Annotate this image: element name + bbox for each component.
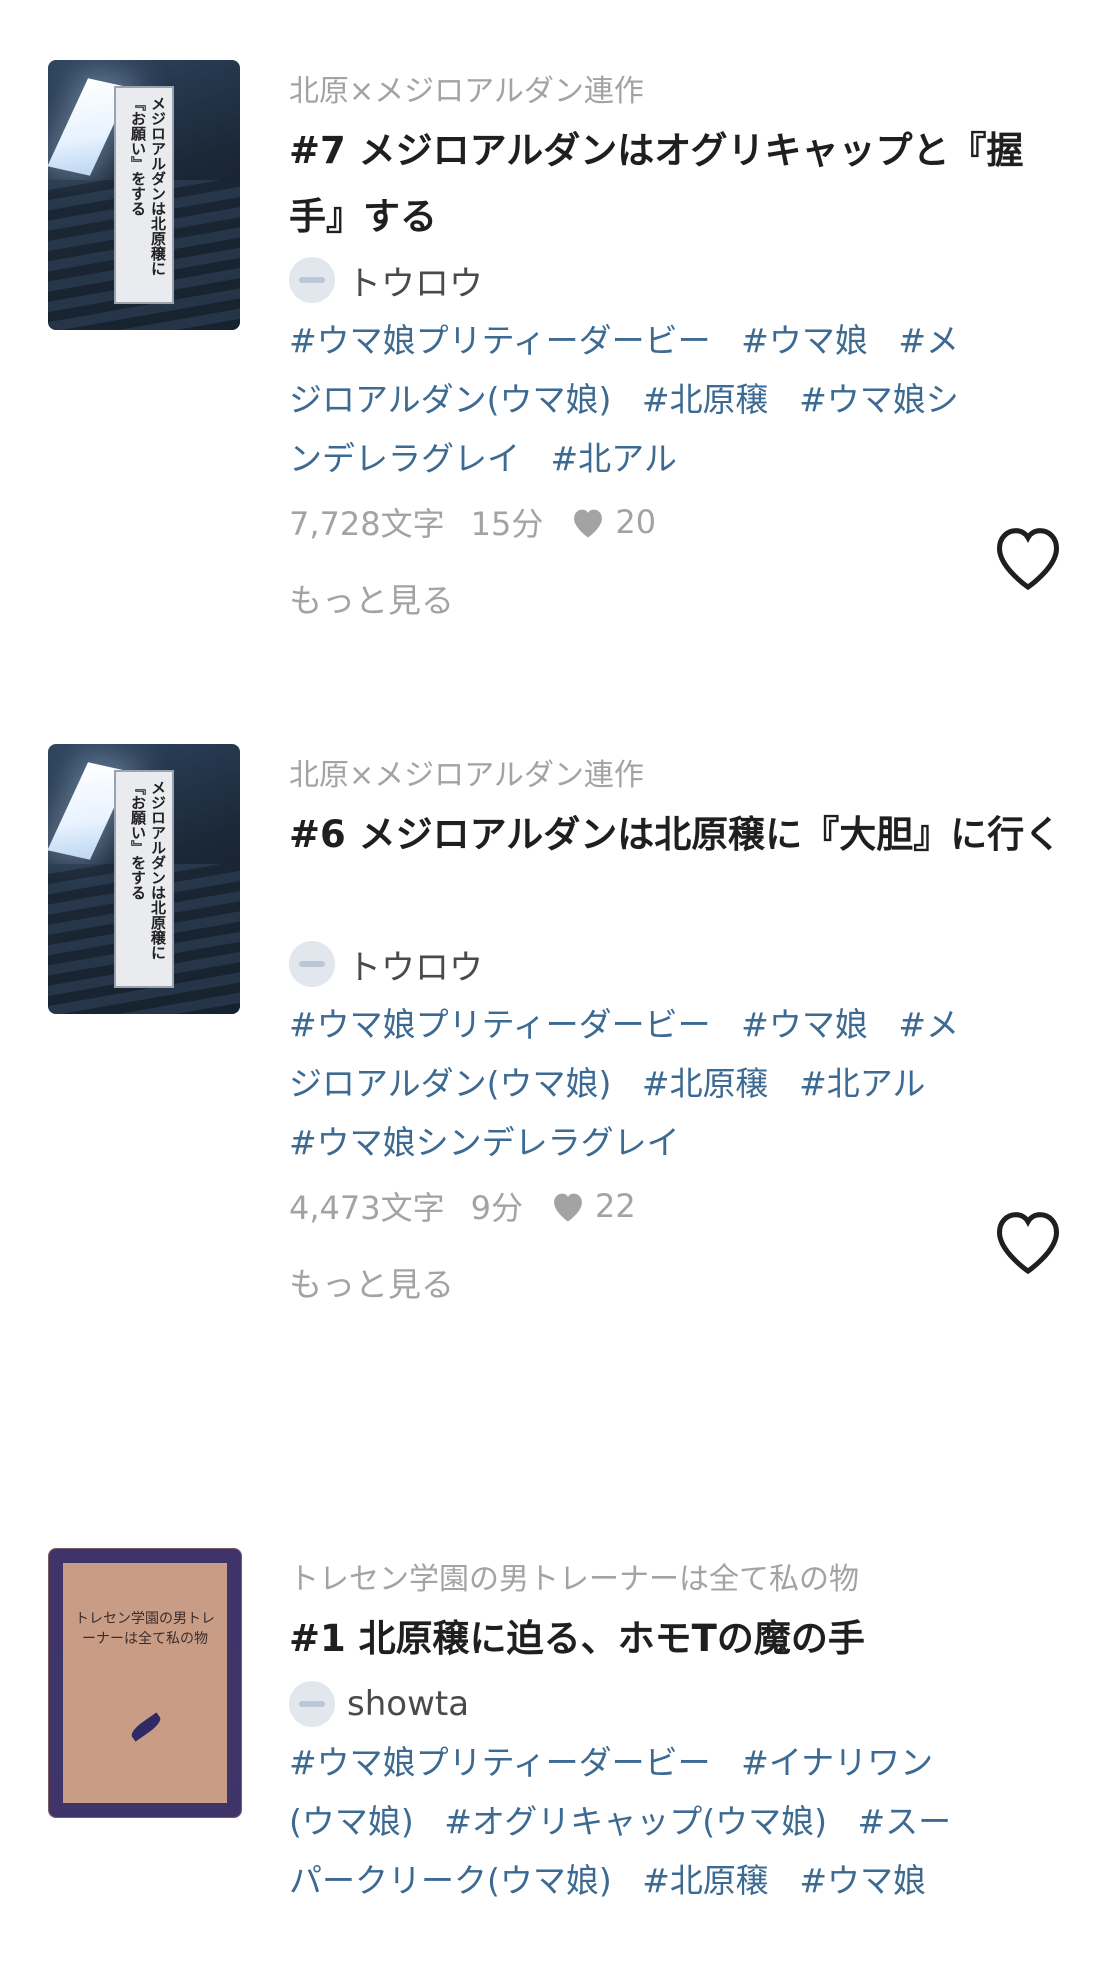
tag[interactable]: #北原穣 [642, 1064, 769, 1103]
cover-image[interactable]: メジロアルダンは北原穣に『お願い』をする [48, 744, 240, 1014]
avatar [289, 941, 335, 987]
novel-title[interactable]: #7 メジロアルダンはオグリキャップと『握手』する [289, 118, 1069, 250]
show-more-link[interactable]: もっと見る [289, 1258, 454, 1306]
stats: 4,473文字 9分 22 [289, 1184, 636, 1228]
tag[interactable]: #北アル [799, 1064, 925, 1103]
heart-icon [574, 509, 603, 538]
tag[interactable]: #ウマ娘プリティーダービー [289, 1743, 711, 1782]
stats: 7,728文字 15分 20 [289, 500, 656, 544]
author-name: showta [347, 1684, 470, 1724]
read-time: 9分 [470, 1189, 523, 1227]
novel-title[interactable]: #6 メジロアルダンは北原穣に『大胆』に行く [289, 802, 1069, 868]
author[interactable]: トウロウ [289, 940, 483, 988]
avatar [289, 1681, 335, 1727]
tag[interactable]: #ウマ娘 [799, 1861, 926, 1900]
tag[interactable]: #ウマ娘プリティーダービー [289, 321, 711, 360]
series-link[interactable]: トレセン学園の男トレーナーは全て私の物 [289, 1554, 859, 1598]
favorite-heart-icon[interactable] [990, 1206, 1066, 1276]
cover-image[interactable]: トレセン学園の男トレーナーは全て私の物 [48, 1548, 242, 1818]
tag-list: #ウマ娘プリティーダービー #イナリワン(ウマ娘) #オグリキャップ(ウマ娘) … [289, 1733, 969, 1910]
author[interactable]: トウロウ [289, 256, 483, 304]
author-name: トウロウ [347, 263, 483, 304]
tag[interactable]: #北原穣 [642, 380, 769, 419]
char-count: 4,473文字 [289, 1189, 445, 1227]
series-link[interactable]: 北原×メジロアルダン連作 [289, 66, 644, 110]
like-count: 22 [595, 1187, 636, 1225]
tag[interactable]: #ウマ娘シンデレラグレイ [289, 1123, 680, 1162]
cover-banner-text: メジロアルダンは北原穣に『お願い』をする [114, 86, 174, 304]
author[interactable]: showta [289, 1680, 469, 1728]
like-count: 20 [615, 503, 657, 541]
cover-inner [63, 1563, 227, 1803]
tag[interactable]: #北原穣 [642, 1861, 769, 1900]
favorite-heart-icon[interactable] [990, 522, 1066, 592]
tag-list: #ウマ娘プリティーダービー #ウマ娘 #メジロアルダン(ウマ娘) #北原穣 #北… [289, 995, 969, 1172]
author-name: トウロウ [347, 947, 483, 988]
read-time: 15分 [470, 505, 544, 543]
novel-title[interactable]: #1 北原穣に迫る、ホモTの魔の手 [289, 1606, 1069, 1672]
heart-icon [554, 1193, 582, 1222]
show-more-link[interactable]: もっと見る [289, 574, 454, 622]
avatar [289, 257, 335, 303]
char-count: 7,728文字 [289, 505, 445, 543]
tag[interactable]: #オグリキャップ(ウマ娘) [444, 1802, 827, 1841]
cover-banner-text: メジロアルダンは北原穣に『お願い』をする [114, 770, 174, 988]
tag-list: #ウマ娘プリティーダービー #ウマ娘 #メジロアルダン(ウマ娘) #北原穣 #ウ… [289, 311, 969, 488]
tag[interactable]: #ウマ娘プリティーダービー [289, 1005, 711, 1044]
tag[interactable]: #北アル [551, 439, 677, 478]
series-link[interactable]: 北原×メジロアルダン連作 [289, 750, 644, 794]
tag[interactable]: #ウマ娘 [741, 1005, 868, 1044]
cover-title-text: トレセン学園の男トレーナーは全て私の物 [75, 1611, 215, 1647]
cover-image[interactable]: メジロアルダンは北原穣に『お願い』をする [48, 60, 240, 330]
tag[interactable]: #ウマ娘 [741, 321, 868, 360]
